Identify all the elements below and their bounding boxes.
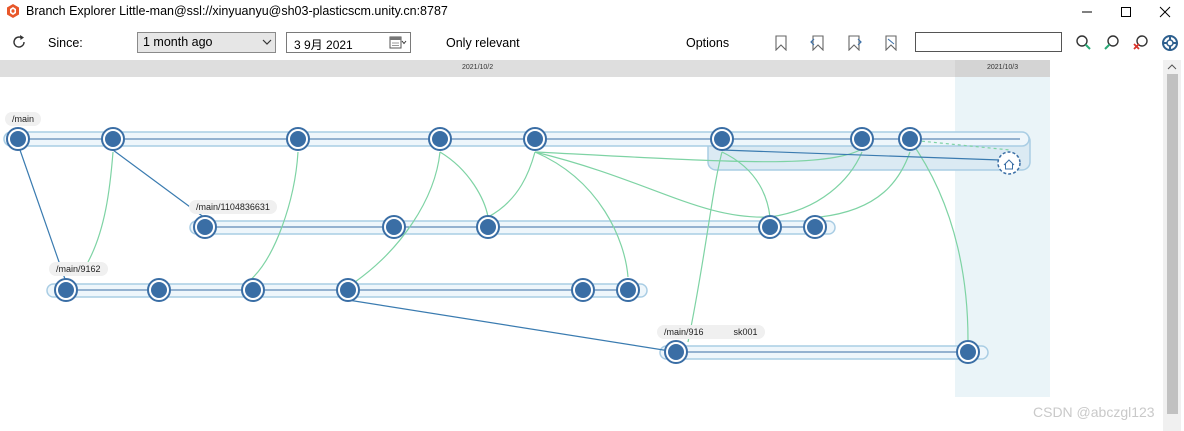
chevron-down-icon [262,39,272,45]
search-next-button[interactable] [1102,33,1122,53]
changeset-dot [10,131,26,147]
changeset-dot [620,282,636,298]
changeset-dot [245,282,261,298]
changeset-dot [960,344,976,360]
branch-label-main[interactable]: /main [5,112,42,126]
changeset-dot [902,131,918,147]
changeset-dot [340,282,356,298]
watermark: CSDN @abczgl123 [1033,404,1155,420]
options-button[interactable]: Options [686,36,729,50]
vertical-scrollbar[interactable] [1163,60,1181,431]
maximize-icon [1121,7,1131,17]
branch-graph [3,127,1031,364]
changeset-dot [854,131,870,147]
search-button[interactable] [1073,33,1093,53]
changeset-dot [575,282,591,298]
bookmark-clear-icon [885,35,897,51]
window-title: Branch Explorer Little-man@ssl://xinyuan… [26,4,448,18]
branch-label-916-suffix: sk001 [733,327,758,337]
minimize-icon [1082,11,1092,13]
changeset-dot [105,131,121,147]
only-relevant-toggle[interactable]: Only relevant [446,36,520,50]
search-clear-icon [1133,35,1148,50]
refresh-button[interactable] [9,32,29,52]
branch-label-916-sk001[interactable]: /main/916 sk001 [657,325,765,339]
title-bar: Branch Explorer Little-man@ssl://xinyuan… [0,0,1184,24]
branch-label-9162[interactable]: /main/9162 [49,262,108,276]
branch-label-916-prefix: /main/916 [664,327,704,337]
search-input[interactable] [915,32,1062,52]
changeset-dot [668,344,684,360]
since-select-value: 1 month ago [143,35,213,49]
help-lifebuoy-icon [1162,35,1178,51]
close-icon [1159,6,1171,18]
close-window-button[interactable] [1142,0,1184,24]
bookmark-prev-icon [810,35,824,51]
branch-label-1104836631[interactable]: /main/1104836631 [189,200,277,214]
changeset-dot [714,131,730,147]
calendar-icon[interactable] [389,35,407,50]
changeset-dot [762,219,778,235]
bookmark-next-icon [848,35,862,51]
changeset-dot [807,219,823,235]
refresh-icon [13,35,25,48]
scroll-up-icon[interactable] [1163,61,1181,73]
changeset-dot [290,131,306,147]
changeset-dot [58,282,74,298]
changeset-dot [432,131,448,147]
date-value: 3 9月 2021 [294,38,353,52]
bookmark-clear-button[interactable] [881,33,901,53]
changeset-dot [151,282,167,298]
since-select[interactable]: 1 month ago [137,32,276,53]
date-picker[interactable]: 3 9月 2021 [286,32,411,53]
search-next-icon [1104,35,1119,50]
bookmark-next-button[interactable] [845,33,865,53]
since-label: Since: [48,36,83,50]
bookmark-button[interactable] [771,33,791,53]
home-icon[interactable] [997,151,1021,175]
bookmark-icon [775,35,787,51]
plastic-scm-logo-icon [7,4,19,18]
changeset-dot [480,219,496,235]
search-icon [1076,35,1091,50]
help-button[interactable] [1160,33,1180,53]
scrollbar-thumb[interactable] [1167,74,1178,414]
changeset-dot [386,219,402,235]
changeset-dot [527,131,543,147]
bookmark-prev-button[interactable] [807,33,827,53]
changeset-dot [197,219,213,235]
branch-explorer-canvas[interactable]: 2021/10/2 2021/10/3 /main /main/11048366… [0,60,1163,431]
search-clear-button[interactable] [1131,33,1151,53]
